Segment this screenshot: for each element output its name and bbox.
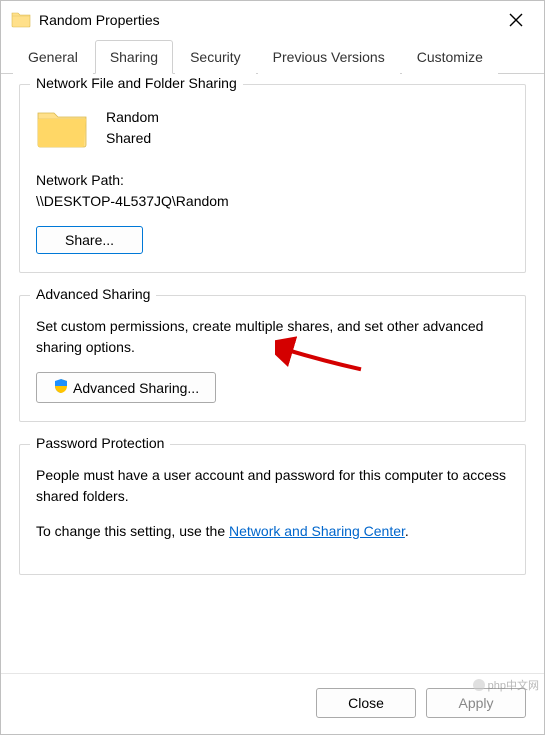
group-title: Password Protection (30, 435, 170, 451)
folder-icon (36, 107, 88, 152)
tab-sharing[interactable]: Sharing (95, 40, 173, 74)
close-icon[interactable] (496, 4, 536, 36)
window-title: Random Properties (39, 12, 496, 28)
properties-dialog: Random Properties General Sharing Securi… (0, 0, 545, 735)
network-path-value: \\DESKTOP-4L537JQ\Random (36, 191, 509, 212)
folder-name: Random (106, 107, 159, 128)
link-suffix: . (405, 523, 409, 539)
tab-content: Network File and Folder Sharing Random S… (1, 74, 544, 673)
network-sharing-group: Network File and Folder Sharing Random S… (19, 84, 526, 273)
close-button[interactable]: Close (316, 688, 416, 718)
share-button[interactable]: Share... (36, 226, 143, 254)
apply-button[interactable]: Apply (426, 688, 526, 718)
share-status: Shared (106, 128, 159, 149)
group-title: Advanced Sharing (30, 286, 156, 302)
network-sharing-center-link[interactable]: Network and Sharing Center (229, 523, 405, 539)
group-title: Network File and Folder Sharing (30, 75, 243, 91)
advanced-sharing-group: Advanced Sharing Set custom permissions,… (19, 295, 526, 422)
network-path-label: Network Path: (36, 170, 509, 191)
shield-icon (53, 378, 69, 397)
password-protection-group: Password Protection People must have a u… (19, 444, 526, 575)
tab-customize[interactable]: Customize (402, 40, 498, 74)
tab-strip: General Sharing Security Previous Versio… (1, 39, 544, 74)
tab-security[interactable]: Security (175, 40, 256, 74)
link-prefix: To change this setting, use the (36, 523, 229, 539)
titlebar: Random Properties (1, 1, 544, 39)
folder-icon (11, 10, 31, 31)
password-protection-link-line: To change this setting, use the Network … (36, 521, 509, 542)
dialog-footer: Close Apply (1, 673, 544, 734)
advanced-sharing-description: Set custom permissions, create multiple … (36, 316, 509, 358)
advanced-sharing-button[interactable]: Advanced Sharing... (36, 372, 216, 403)
folder-info: Random Shared (106, 107, 159, 149)
tab-general[interactable]: General (13, 40, 93, 74)
password-protection-text: People must have a user account and pass… (36, 465, 509, 507)
advanced-sharing-button-label: Advanced Sharing... (73, 380, 199, 396)
tab-previous-versions[interactable]: Previous Versions (258, 40, 400, 74)
